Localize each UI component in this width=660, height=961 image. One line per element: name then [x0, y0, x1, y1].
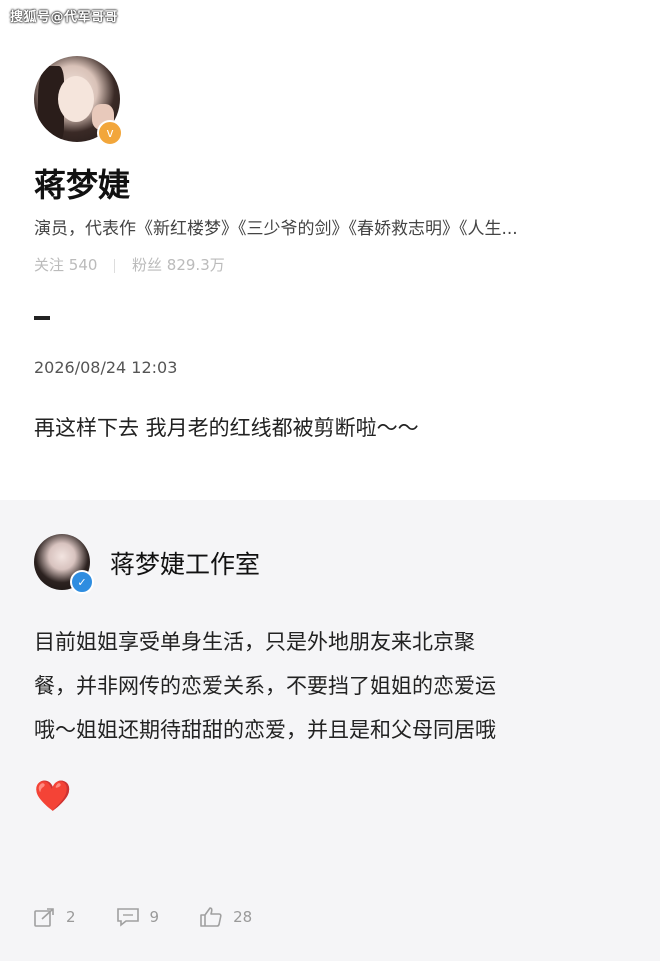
studio-name[interactable]: 蒋梦婕工作室 — [110, 545, 260, 581]
action-bar: 2 9 28 — [34, 902, 292, 932]
followers-stat[interactable]: 粉丝 829.3万 — [132, 256, 225, 274]
stats-divider — [114, 258, 116, 273]
profile-stats: 关注 540 粉丝 829.3万 — [34, 254, 225, 275]
profile-name[interactable]: 蒋梦婕 — [34, 160, 130, 206]
heart-emoji-icon: ❤️ — [34, 779, 72, 814]
comment-icon — [116, 908, 139, 927]
share-count: 2 — [66, 908, 76, 926]
post-text: 再这样下去 我月老的红线都被剪断啦～～ — [34, 416, 419, 440]
like-count: 28 — [233, 908, 253, 926]
comment-button[interactable]: 9 — [116, 907, 160, 927]
studio-reply-text: 目前姐姐享受单身生活，只是外地朋友来北京聚 餐，并非网传的恋爱关系，不要挡了姐姐… — [34, 620, 634, 752]
profile-bio: 演员，代表作《新红楼梦》《三少爷的剑》《春娇救志明》《人生... — [34, 219, 518, 239]
following-stat[interactable]: 关注 540 — [34, 256, 97, 274]
source-watermark: 搜狐号@代军哥哥 — [10, 10, 119, 25]
studio-reply-line: 哦～姐姐还期待甜甜的恋爱，并且是和父母同居哦 — [34, 718, 496, 742]
share-icon — [34, 908, 54, 927]
post-timestamp: 2026/08/24 12:03 — [34, 358, 178, 377]
thumbs-up-icon — [200, 907, 222, 927]
gold-v-badge-icon: v — [97, 120, 123, 146]
section-dash — [34, 316, 50, 320]
blue-verified-badge-icon: ✓ — [70, 570, 94, 594]
comment-count: 9 — [149, 908, 160, 926]
like-button[interactable]: 28 — [199, 906, 252, 928]
studio-reply-line: 餐，并非网传的恋爱关系，不要挡了姐姐的恋爱运 — [34, 674, 496, 698]
share-button[interactable]: 2 — [34, 907, 76, 927]
studio-reply-line: 目前姐姐享受单身生活，只是外地朋友来北京聚 — [34, 630, 475, 654]
